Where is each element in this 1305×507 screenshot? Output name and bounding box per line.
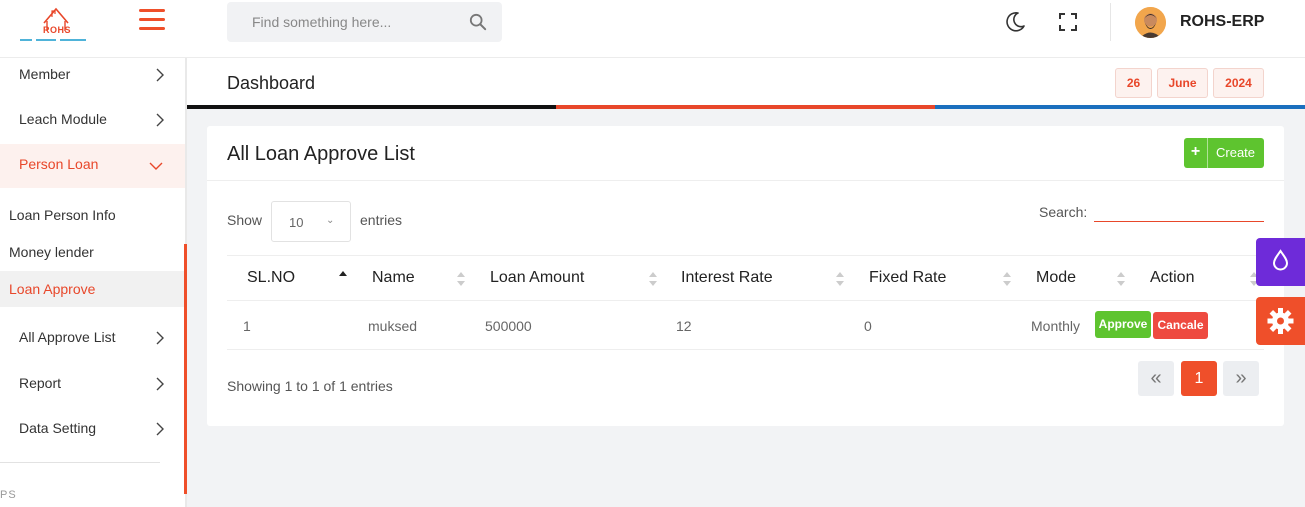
sidebar-subitem-label: Loan Person Info	[9, 207, 116, 223]
logo-icon[interactable]: ROHS	[18, 3, 88, 43]
sidebar-active-indicator	[184, 244, 187, 494]
sidebar-item-label: Leach Module	[19, 111, 107, 127]
sort-icon[interactable]	[835, 270, 845, 288]
approve-button[interactable]: Approve	[1095, 311, 1151, 338]
sidebar-item-leach-module[interactable]: Leach Module	[0, 99, 185, 143]
sidebar-item-label: Data Setting	[19, 420, 97, 436]
settings-button[interactable]	[1256, 297, 1305, 345]
fullscreen-icon[interactable]	[1058, 12, 1078, 32]
sort-icon[interactable]	[648, 270, 658, 288]
header-color-bar	[187, 105, 556, 109]
top-header: ROHS ROHS-ERP	[0, 0, 1305, 58]
logo-text: ROHS	[43, 25, 72, 35]
column-header-action[interactable]: Action	[1150, 269, 1194, 287]
avatar[interactable]	[1135, 7, 1166, 38]
cancel-button[interactable]: Cancale	[1153, 312, 1208, 339]
sidebar-subitem-money-lender[interactable]: Money lender	[0, 234, 185, 270]
header-color-bar	[556, 105, 935, 109]
create-button[interactable]: + Create	[1184, 138, 1264, 168]
header-color-bar	[935, 105, 1305, 109]
sidebar-item-report[interactable]: Report	[0, 363, 185, 407]
loan-approve-card: All Loan Approve List + Create Show 10 ⌄…	[207, 126, 1284, 426]
sidebar-subitem-loan-person-info[interactable]: Loan Person Info	[0, 197, 185, 233]
chevron-right-icon	[156, 422, 164, 436]
cell-interest-rate: 12	[676, 318, 692, 334]
sidebar-item-label: Member	[19, 66, 71, 82]
drop-icon	[1272, 249, 1289, 271]
pagination-page-1[interactable]: 1	[1181, 361, 1217, 396]
sidebar-item-person-loan[interactable]: Person Loan	[0, 144, 185, 188]
chevron-right-icon	[156, 68, 164, 82]
sidebar-subitem-label: Loan Approve	[9, 281, 96, 297]
date-day: 26	[1115, 68, 1152, 98]
sidebar-item-all-approve-list[interactable]: All Approve List	[0, 317, 185, 361]
table-info: Showing 1 to 1 of 1 entries	[227, 378, 393, 394]
column-header-mode[interactable]: Mode	[1036, 269, 1076, 287]
sidebar-item-label: Report	[19, 375, 62, 391]
sidebar-item-data-setting[interactable]: Data Setting	[0, 408, 185, 452]
cell-loan-amount: 500000	[485, 318, 532, 334]
pagination-next[interactable]: »	[1223, 361, 1259, 396]
page-length-select[interactable]: 10 ⌄	[271, 201, 351, 242]
global-search	[227, 2, 502, 42]
sidebar-divider	[0, 462, 160, 463]
search-icon[interactable]	[469, 13, 487, 31]
pagination-previous[interactable]: «	[1138, 361, 1174, 396]
page-header: Dashboard 26 June 2024	[187, 58, 1305, 108]
sort-icon[interactable]	[1116, 270, 1126, 288]
date-month: June	[1157, 68, 1208, 98]
chevron-down-icon	[149, 162, 163, 170]
column-header-name[interactable]: Name	[372, 269, 415, 287]
sidebar-subitem-label: Money lender	[9, 244, 94, 260]
theme-color-button[interactable]	[1256, 238, 1305, 286]
brand-name: ROHS-ERP	[1180, 13, 1265, 30]
header-divider	[1110, 3, 1111, 41]
table-search-input[interactable]	[1094, 202, 1264, 222]
chevron-right-icon	[156, 113, 164, 127]
sidebar-item-label: Person Loan	[19, 156, 99, 172]
gear-icon	[1267, 308, 1294, 334]
entries-label: entries	[360, 212, 403, 228]
page-length-value: 10	[289, 215, 304, 230]
sidebar-section-label: PS	[0, 489, 17, 501]
cell-sl-no: 1	[243, 318, 251, 334]
card-title: All Loan Approve List	[227, 143, 415, 165]
column-header-loan-amount[interactable]: Loan Amount	[490, 269, 584, 287]
column-header-interest-rate[interactable]: Interest Rate	[681, 269, 773, 287]
show-label: Show	[227, 212, 263, 228]
moon-icon[interactable]	[1003, 10, 1027, 34]
date-year: 2024	[1213, 68, 1264, 98]
cell-name: muksed	[368, 318, 418, 334]
page-title: Dashboard	[227, 73, 316, 93]
table-row: 1 muksed 500000 12 0 Monthly Approve Can…	[227, 301, 1264, 350]
column-header-fixed-rate[interactable]: Fixed Rate	[869, 269, 946, 287]
sidebar-item-label: All Approve List	[19, 329, 116, 345]
chevron-right-icon	[156, 331, 164, 345]
sort-asc-icon[interactable]	[338, 269, 348, 287]
table-search-label: Search:	[1039, 204, 1088, 220]
table-header: SL.NO Name Loan Amount Interest Rate Fix…	[227, 255, 1264, 301]
cell-fixed-rate: 0	[864, 318, 872, 334]
cell-mode: Monthly	[1031, 318, 1081, 334]
sidebar-item-member[interactable]: Member	[0, 54, 185, 98]
create-button-label: Create	[1216, 145, 1256, 160]
chevron-down-icon: ⌄	[326, 215, 335, 226]
sort-icon[interactable]	[1002, 270, 1012, 288]
column-header-sl-no[interactable]: SL.NO	[247, 269, 295, 287]
search-input[interactable]	[227, 2, 457, 42]
sort-icon[interactable]	[456, 270, 466, 288]
sidebar-subitem-loan-approve[interactable]: Loan Approve	[0, 271, 185, 307]
menu-icon[interactable]	[139, 9, 165, 33]
card-divider	[207, 180, 1284, 181]
sidebar: Member Leach Module Person Loan Loan Per…	[0, 58, 187, 507]
chevron-right-icon	[156, 377, 164, 391]
plus-icon: +	[1184, 138, 1208, 168]
